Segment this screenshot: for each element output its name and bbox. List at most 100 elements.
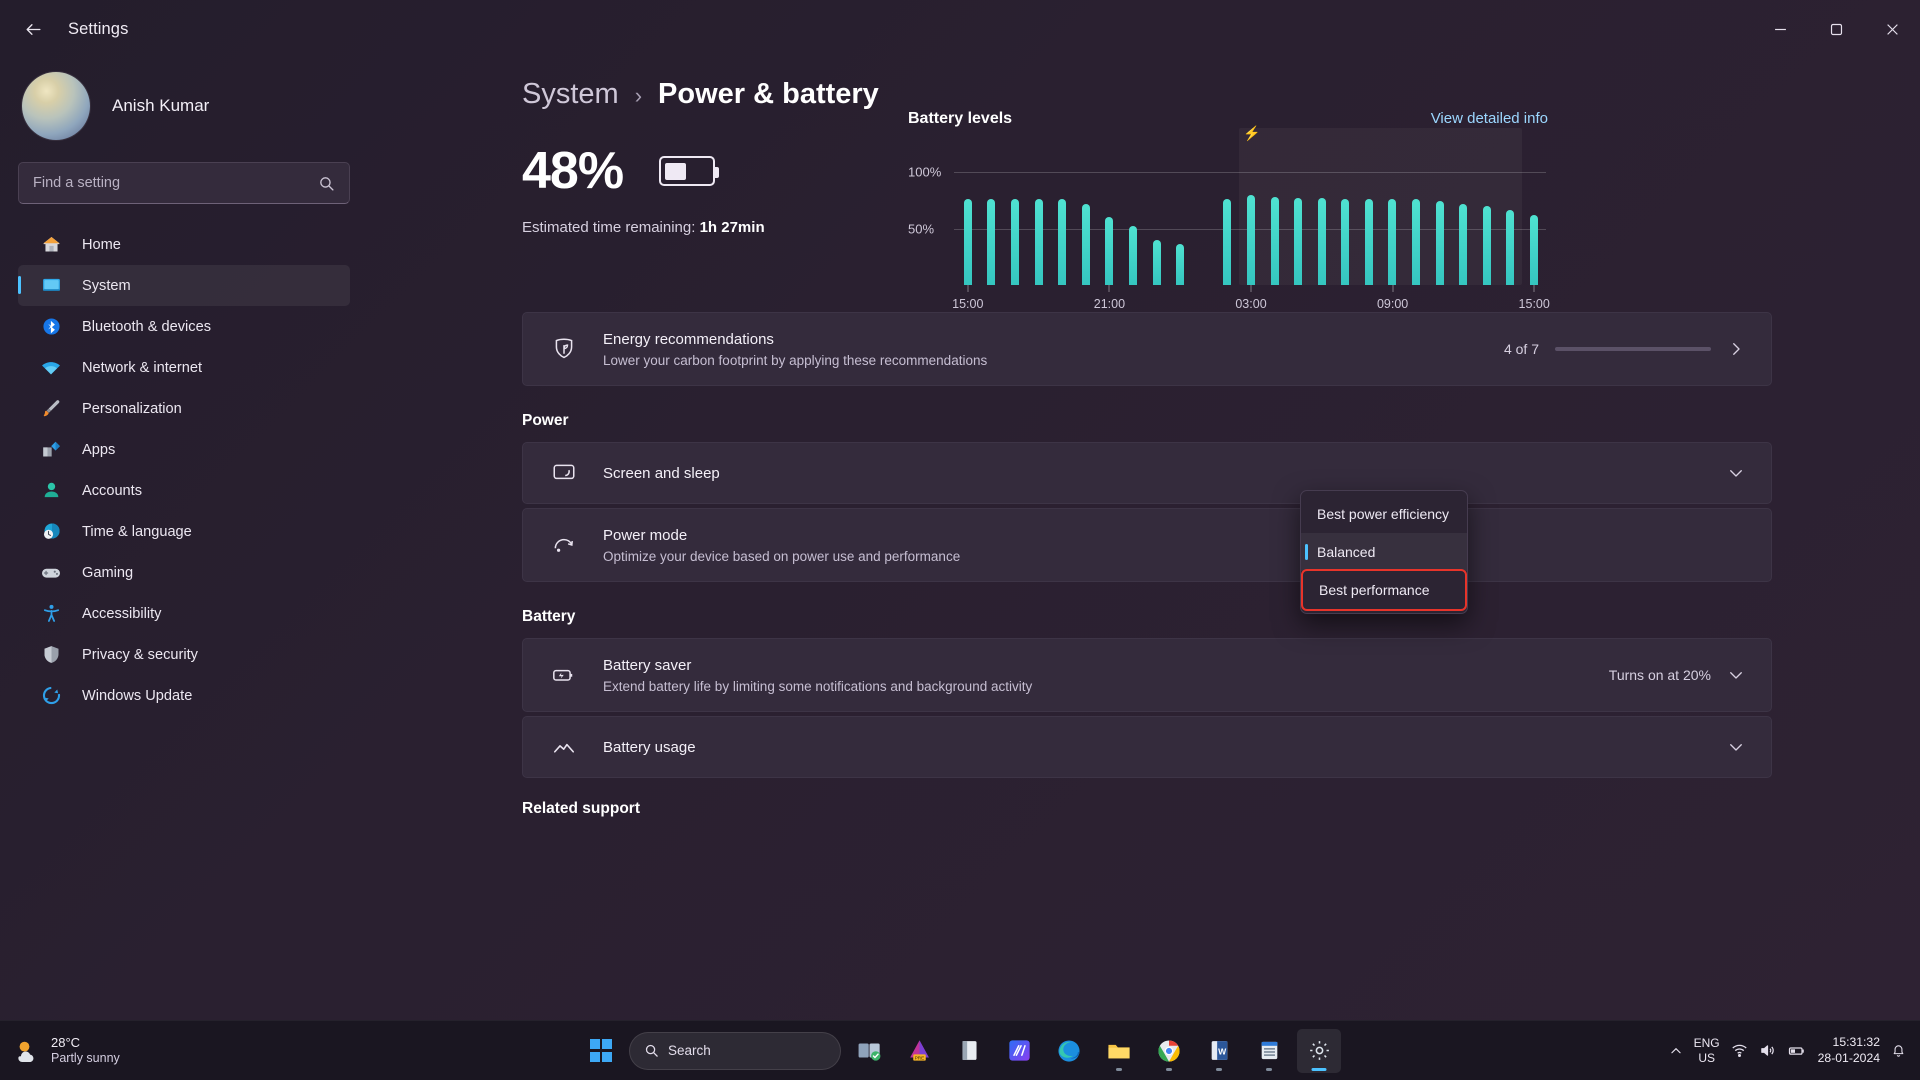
- maximize-button[interactable]: [1808, 0, 1864, 58]
- sidebar-item-label: Time & language: [82, 523, 192, 540]
- minimize-button[interactable]: [1752, 0, 1808, 58]
- sidebar-item-network-internet[interactable]: Network & internet: [18, 347, 350, 388]
- chevron-right-icon[interactable]: [1727, 340, 1745, 358]
- title-bar: Settings: [0, 0, 1920, 58]
- breadcrumb-separator: ›: [634, 83, 643, 108]
- taskbar-app-edge[interactable]: [1047, 1029, 1091, 1073]
- battery-saver-card[interactable]: Battery saver Extend battery life by lim…: [522, 638, 1772, 712]
- taskbar-app-task-view[interactable]: [847, 1029, 891, 1073]
- partly-sunny-icon: [18, 1041, 34, 1062]
- active-indicator: [1311, 1067, 1327, 1071]
- sidebar-item-time-language[interactable]: Time & language: [18, 511, 350, 552]
- battery-usage-card[interactable]: Battery usage: [522, 716, 1772, 778]
- power-mode-option-best-power-efficiency[interactable]: Best power efficiency: [1301, 495, 1467, 533]
- sidebar-item-accessibility[interactable]: Accessibility: [18, 593, 350, 634]
- sidebar-item-bluetooth-devices[interactable]: Bluetooth & devices: [18, 306, 350, 347]
- back-button[interactable]: [10, 6, 56, 52]
- accounts-icon: [40, 480, 62, 502]
- calendar-icon: [1261, 1041, 1277, 1060]
- power-mode-option-balanced[interactable]: Balanced: [1301, 533, 1467, 571]
- chart-bar: [1341, 199, 1350, 285]
- power-section-heading: Power: [522, 412, 569, 429]
- chart-bar: [1530, 214, 1539, 285]
- sidebar-item-personalization[interactable]: Personalization: [18, 388, 350, 429]
- search-setting-box[interactable]: [18, 162, 350, 204]
- taskbar-app-file-explorer[interactable]: [1097, 1029, 1141, 1073]
- chevron-down-icon[interactable]: [1727, 464, 1745, 482]
- notification-button[interactable]: [1891, 1043, 1906, 1058]
- settings-window: Settings Anish Kumar Find a setting Home…: [0, 0, 1920, 1080]
- chart-bars: [956, 150, 1546, 285]
- battery-icon: [1788, 1046, 1804, 1055]
- taskbar-app-chrome[interactable]: [1147, 1029, 1191, 1073]
- sidebar-item-home[interactable]: Home: [18, 224, 350, 265]
- windows-start-icon: [589, 1039, 613, 1062]
- system-tray: ENG US 15:31:32 28-01-2024: [1669, 1035, 1920, 1066]
- chart-bar: [1317, 198, 1326, 285]
- sidebar-item-privacy-security[interactable]: Privacy & security: [18, 634, 350, 675]
- search-input[interactable]: [33, 175, 318, 191]
- battery-section-heading: Battery: [522, 608, 576, 625]
- wifi-button[interactable]: [1731, 1042, 1748, 1059]
- screen-and-sleep-card[interactable]: Screen and sleep: [522, 442, 1772, 504]
- chevron-down-icon[interactable]: [1727, 666, 1745, 684]
- energy-card-subtitle: Lower your carbon footprint by applying …: [603, 352, 988, 368]
- taskbar-app-notepad[interactable]: [947, 1029, 991, 1073]
- close-button[interactable]: [1864, 0, 1920, 58]
- power-mode-card[interactable]: Power mode Optimize your device based on…: [522, 508, 1772, 582]
- taskbar-app-settings[interactable]: [1297, 1028, 1341, 1073]
- taskbar-search[interactable]: Search: [629, 1031, 841, 1070]
- power-mode-flyout[interactable]: Best power efficiency Balanced Best perf…: [1300, 490, 1468, 614]
- chart-bar-slot: [1286, 150, 1310, 285]
- gaming-icon: [40, 562, 62, 584]
- power-mode-icon: [549, 530, 579, 560]
- volume-button[interactable]: [1759, 1042, 1776, 1059]
- show-hidden-icons-button[interactable]: [1669, 1044, 1683, 1058]
- sidebar-item-accounts[interactable]: Accounts: [18, 470, 350, 511]
- profile-section[interactable]: Anish Kumar: [18, 58, 350, 154]
- chart-bar-slot: [1168, 150, 1192, 285]
- back-arrow-icon: [25, 23, 41, 35]
- chevron-down-icon[interactable]: [1727, 738, 1745, 756]
- battery-button[interactable]: [1787, 1041, 1807, 1061]
- chart-bar: [1435, 201, 1444, 285]
- notification-bell-icon: [1893, 1045, 1904, 1057]
- battery-usage-title: Battery usage: [603, 738, 696, 756]
- chart-bar-slot: [1050, 150, 1074, 285]
- sidebar-item-label: Windows Update: [82, 687, 193, 704]
- clock[interactable]: 15:31:32 28-01-2024: [1818, 1035, 1880, 1066]
- chart-bar: [1482, 205, 1491, 285]
- power-mode-subtitle: Optimize your device based on power use …: [603, 548, 961, 564]
- energy-recommendations-card[interactable]: Energy recommendations Lower your carbon…: [522, 312, 1772, 386]
- breadcrumb-parent[interactable]: System: [522, 78, 619, 111]
- privacy-security-icon: [40, 644, 62, 666]
- running-indicator: [1266, 1067, 1272, 1071]
- weather-widget[interactable]: 28°C Partly sunny: [14, 1035, 120, 1067]
- chart-plot-area: 100% 50% ⚡ 15:00 21:00 03:00 09:00 15:00: [908, 126, 1550, 311]
- start-button[interactable]: [579, 1029, 623, 1073]
- sidebar-item-label: Gaming: [82, 564, 134, 581]
- taskbar-app-calendar[interactable]: [1247, 1029, 1291, 1073]
- notepad-icon: [961, 1041, 977, 1060]
- battery-saver-right: Turns on at 20%: [1609, 666, 1745, 684]
- sidebar-item-gaming[interactable]: Gaming: [18, 552, 350, 593]
- chart-xtick-mark: [1250, 285, 1252, 292]
- sidebar-item-label: Home: [82, 236, 121, 253]
- taskbar-app-word[interactable]: W: [1197, 1029, 1241, 1073]
- window-title: Settings: [68, 19, 129, 38]
- sidebar-item-windows-update[interactable]: Windows Update: [18, 675, 350, 716]
- view-detailed-info-link[interactable]: View detailed info: [1431, 110, 1548, 127]
- screen-sleep-right: [1727, 464, 1745, 482]
- minimize-icon: [1774, 28, 1786, 30]
- sidebar-item-system[interactable]: System: [18, 265, 350, 306]
- chart-xtick-mark: [967, 285, 969, 292]
- chart-bar-slot: [1192, 150, 1216, 285]
- language-indicator[interactable]: ENG US: [1694, 1036, 1720, 1065]
- chart-xtick-mark: [1392, 285, 1394, 292]
- power-mode-option-best-performance[interactable]: Best performance: [1301, 569, 1467, 611]
- chart-xtick-mark: [1108, 285, 1110, 292]
- chart-bar: [1176, 244, 1185, 285]
- taskbar-app-pre-app[interactable]: PRE: [897, 1029, 941, 1073]
- taskbar-app-code-editor[interactable]: [997, 1029, 1041, 1073]
- sidebar-item-apps[interactable]: Apps: [18, 429, 350, 470]
